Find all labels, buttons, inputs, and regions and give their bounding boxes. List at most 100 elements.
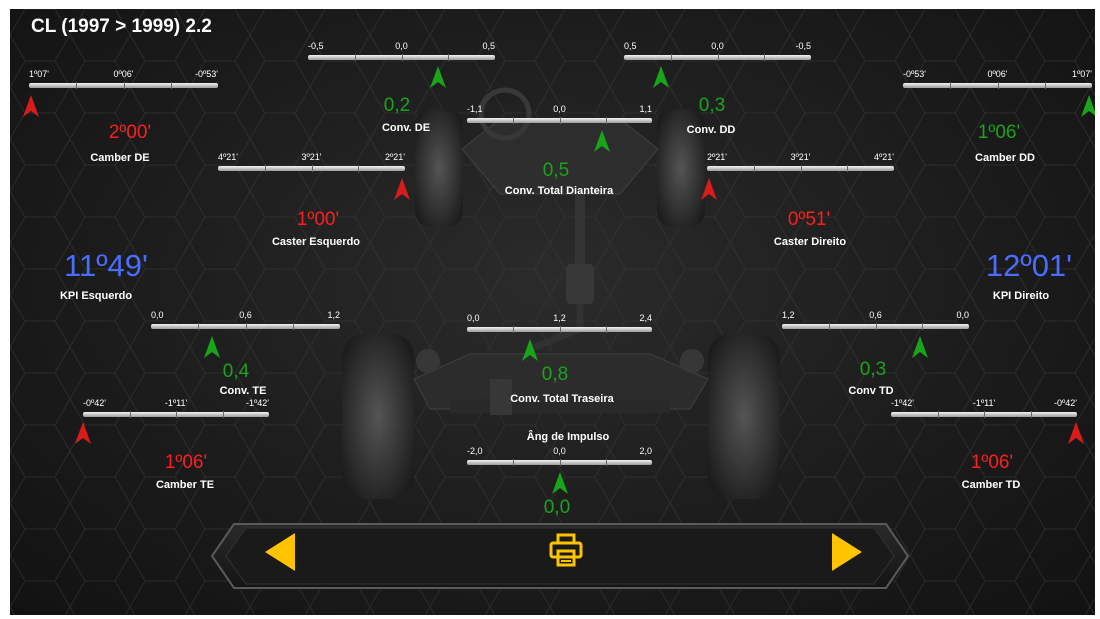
camber-de-label: Camber DE — [90, 152, 150, 164]
conv-dd-indicator-arrow — [653, 66, 669, 88]
alignment-stage: CL (1997 > 1999) 2.2 -0,5 0,0 0,5 0,5 0,… — [10, 9, 1095, 615]
caster-esquerdo-gauge-max: 2º21' — [384, 152, 405, 162]
conv-de-gauge: -0,5 0,0 0,5 — [308, 41, 495, 71]
ang-impulso-gauge-min: -2,0 — [467, 446, 483, 456]
caster-esquerdo-gauge: 4º21' 3º21' 2º21' — [218, 152, 405, 182]
caster-esquerdo-label: Caster Esquerdo — [271, 236, 361, 248]
triangle-left-icon — [265, 533, 295, 571]
camber-de-gauge-min: 1º07' — [29, 69, 50, 79]
conv-td-label: Conv TD — [848, 385, 894, 397]
caster-esquerdo-indicator-arrow — [394, 178, 410, 200]
kpi-esquerdo-label: KPI Esquerdo — [59, 290, 133, 302]
caster-direito-gauge-max: 4º21' — [873, 152, 894, 162]
kpi-esquerdo-value: 11º49' — [64, 248, 148, 283]
conv-total-dianteira-gauge-max: 1,1 — [639, 104, 652, 114]
camber-td-gauge: -1º42' -1º11' -0º42' — [891, 398, 1077, 428]
conv-te-gauge-min: 0,0 — [151, 310, 164, 320]
camber-td-indicator-arrow — [1068, 422, 1084, 444]
caster-direito-value: 0º51' — [787, 209, 831, 230]
caster-esquerdo-value: 1º00' — [296, 209, 340, 230]
conv-total-dianteira-indicator-arrow — [594, 130, 610, 152]
conv-td-gauge: 1,2 0,6 0,0 — [782, 310, 969, 340]
camber-td-gauge-min: -1º42' — [891, 398, 915, 408]
conv-te-indicator-arrow — [204, 336, 220, 358]
camber-td-gauge-mid: -1º11' — [972, 398, 996, 408]
conv-dd-gauge-mid: 0,0 — [711, 41, 724, 51]
camber-de-gauge: 1º07' 0º06' -0º53' — [29, 69, 218, 99]
camber-te-label: Camber TE — [155, 479, 215, 491]
conv-dd-label: Conv. DD — [686, 124, 736, 136]
conv-te-value: 0,4 — [222, 361, 250, 382]
caster-esquerdo-gauge-mid: 3º21' — [301, 152, 322, 162]
conv-total-dianteira-value: 0,5 — [542, 160, 570, 181]
conv-total-traseira-gauge-mid: 1,2 — [553, 313, 566, 323]
conv-de-gauge-mid: 0,0 — [395, 41, 408, 51]
conv-td-gauge-min: 1,2 — [782, 310, 795, 320]
conv-te-gauge: 0,0 0,6 1,2 — [151, 310, 340, 340]
conv-de-gauge-max: 0,5 — [482, 41, 495, 51]
camber-dd-label: Camber DD — [975, 152, 1035, 164]
vehicle-title: CL (1997 > 1999) 2.2 — [31, 16, 212, 37]
ang-impulso-value: 0,0 — [543, 497, 571, 518]
conv-te-gauge-mid: 0,6 — [239, 310, 252, 320]
conv-de-gauge-min: -0,5 — [308, 41, 324, 51]
next-button[interactable] — [832, 533, 862, 571]
camber-dd-gauge-mid: 0º06' — [987, 69, 1008, 79]
conv-dd-value: 0,3 — [698, 95, 726, 116]
camber-te-indicator-arrow — [75, 422, 91, 444]
camber-de-indicator-arrow — [23, 95, 39, 117]
conv-td-gauge-mid: 0,6 — [869, 310, 882, 320]
caster-direito-gauge-mid: 3º21' — [790, 152, 811, 162]
conv-total-dianteira-gauge-mid: 0,0 — [553, 104, 566, 114]
print-button[interactable] — [549, 533, 583, 567]
conv-dd-gauge-max: -0,5 — [795, 41, 811, 51]
conv-de-indicator-arrow — [430, 66, 446, 88]
conv-td-value: 0,3 — [859, 359, 887, 380]
conv-total-traseira-label: Conv. Total Traseira — [510, 393, 614, 405]
camber-td-gauge-max: -0º42' — [1053, 398, 1077, 408]
kpi-direito-label: KPI Direito — [992, 290, 1050, 302]
caster-direito-gauge-min: 2º21' — [707, 152, 728, 162]
camber-dd-gauge-min: -0º53' — [903, 69, 927, 79]
previous-button[interactable] — [265, 533, 295, 571]
conv-td-gauge-max: 0,0 — [956, 310, 969, 320]
camber-dd-gauge-max: 1º07' — [1071, 69, 1092, 79]
camber-te-value: 1º06' — [164, 452, 208, 473]
camber-te-gauge: -0º42' -1º11' -1º42' — [83, 398, 269, 428]
caster-direito-label: Caster Direito — [773, 236, 847, 248]
camber-de-gauge-max: -0º53' — [194, 69, 218, 79]
conv-total-dianteira-gauge-min: -1,1 — [467, 104, 483, 114]
camber-dd-gauge: -0º53' 0º06' 1º07' — [903, 69, 1092, 99]
ang-impulso-label: Âng de Impulso — [526, 431, 610, 443]
conv-td-indicator-arrow — [912, 336, 928, 358]
conv-total-traseira-gauge-min: 0,0 — [467, 313, 480, 323]
conv-total-traseira-gauge: 0,0 1,2 2,4 — [467, 313, 652, 343]
triangle-right-icon — [832, 533, 862, 571]
ang-impulso-gauge-mid: 0,0 — [553, 446, 566, 456]
conv-total-traseira-gauge-max: 2,4 — [639, 313, 652, 323]
conv-total-dianteira-gauge: -1,1 0,0 1,1 — [467, 104, 652, 134]
conv-te-label: Conv. TE — [219, 385, 267, 397]
conv-te-gauge-max: 1,2 — [327, 310, 340, 320]
caster-direito-gauge: 2º21' 3º21' 4º21' — [707, 152, 894, 182]
conv-total-dianteira-label: Conv. Total Dianteira — [504, 185, 614, 197]
camber-te-gauge-max: -1º42' — [245, 398, 269, 408]
caster-esquerdo-gauge-min: 4º21' — [218, 152, 239, 162]
camber-de-value: 2º00' — [108, 122, 152, 143]
ang-impulso-gauge-max: 2,0 — [639, 446, 652, 456]
camber-dd-indicator-arrow — [1081, 95, 1095, 117]
conv-de-value: 0,2 — [383, 95, 411, 116]
caster-direito-indicator-arrow — [701, 178, 717, 200]
camber-de-gauge-mid: 0º06' — [113, 69, 134, 79]
camber-dd-value: 1º06' — [977, 122, 1021, 143]
ang-impulso-indicator-arrow — [552, 472, 568, 494]
screen: CL (1997 > 1999) 2.2 -0,5 0,0 0,5 0,5 0,… — [0, 0, 1100, 619]
kpi-direito-value: 12º01' — [985, 248, 1073, 283]
camber-te-gauge-min: -0º42' — [83, 398, 107, 408]
conv-dd-gauge-min: 0,5 — [624, 41, 637, 51]
camber-td-label: Camber TD — [961, 479, 1021, 491]
camber-td-value: 1º06' — [970, 452, 1014, 473]
conv-total-traseira-value: 0,8 — [541, 364, 569, 385]
camber-te-gauge-mid: -1º11' — [164, 398, 188, 408]
conv-total-traseira-indicator-arrow — [522, 339, 538, 361]
